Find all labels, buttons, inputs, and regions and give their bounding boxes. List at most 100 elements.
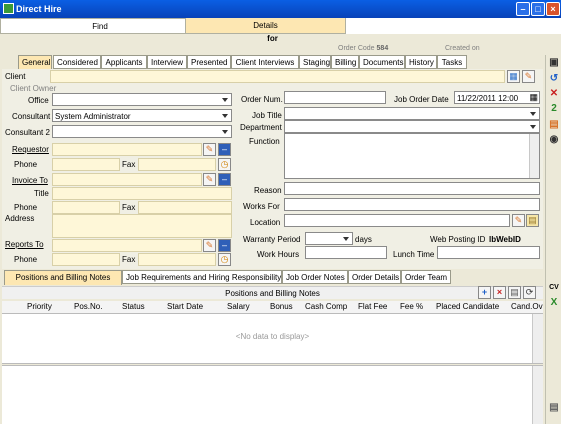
tab-general[interactable]: General — [18, 55, 52, 70]
client-lookup-icon[interactable]: ▦ — [507, 70, 520, 83]
tab-order-team[interactable]: Order Team — [401, 270, 451, 284]
lunch-time-field[interactable] — [437, 246, 540, 259]
tab-applicants[interactable]: Applicants — [101, 55, 147, 69]
calendar-icon[interactable]: ▦ — [529, 92, 538, 103]
tab-interview[interactable]: Interview — [147, 55, 187, 69]
email-icon[interactable]: ◉ — [547, 133, 561, 147]
consultant-value: System Administrator — [55, 112, 131, 121]
client-pin-icon[interactable]: ✎ — [522, 70, 535, 83]
reports-clock-icon[interactable]: ◷ — [218, 253, 231, 266]
invoice-phone-field[interactable] — [52, 201, 120, 214]
address-field[interactable] — [52, 214, 232, 238]
invoice-fax-field[interactable] — [138, 201, 232, 214]
warranty-period-label: Warranty Period — [243, 235, 301, 244]
col-start-date[interactable]: Start Date — [167, 302, 203, 311]
requestor-remove-icon[interactable]: – — [218, 143, 231, 156]
col-pos-no[interactable]: Pos.No. — [74, 302, 102, 311]
reports-to-pin-icon[interactable]: ✎ — [203, 239, 216, 252]
grid-scrollbar[interactable] — [532, 314, 543, 363]
duplicate-icon[interactable]: 2 — [547, 102, 561, 116]
app-icon — [3, 3, 14, 14]
office-select[interactable] — [52, 93, 232, 106]
col-cash-comp[interactable]: Cash Comp — [305, 302, 347, 311]
tab-order-details[interactable]: Order Details — [348, 270, 401, 284]
tab-client-interviews[interactable]: Client Interviews — [231, 55, 299, 69]
tab-positions-billing-notes[interactable]: Positions and Billing Notes — [4, 270, 122, 285]
web-posting-label: Web Posting ID — [430, 235, 486, 244]
col-salary[interactable]: Salary — [227, 302, 250, 311]
tab-find[interactable]: Find — [0, 18, 200, 34]
tab-history[interactable]: History — [405, 55, 437, 69]
location-label: Location — [250, 218, 281, 227]
reports-phone-field[interactable] — [52, 253, 120, 266]
add-icon[interactable]: + — [478, 286, 491, 299]
job-order-date-field[interactable]: 11/22/2011 12:00 ▦ — [454, 91, 540, 104]
tab-staging[interactable]: Staging — [299, 55, 331, 69]
warranty-period-select[interactable] — [305, 232, 353, 245]
tab-job-order-notes[interactable]: Job Order Notes — [282, 270, 348, 284]
function-scrollbar[interactable] — [529, 134, 539, 178]
client-field[interactable] — [50, 70, 505, 83]
notes-area[interactable] — [2, 365, 543, 424]
tab-details[interactable]: Details — [185, 18, 346, 34]
invoice-title-field[interactable] — [52, 187, 232, 200]
undo-icon[interactable]: ↺ — [547, 72, 561, 86]
requestor-pin-icon[interactable]: ✎ — [203, 143, 216, 156]
tab-job-requirements[interactable]: Job Requirements and Hiring Responsibili… — [122, 270, 282, 284]
location-list-icon[interactable]: ▤ — [526, 214, 539, 227]
reports-fax-field[interactable] — [138, 253, 216, 266]
col-bonus[interactable]: Bonus — [270, 302, 293, 311]
col-placed-candidate[interactable]: Placed Candidate — [436, 302, 499, 311]
refresh-icon[interactable]: ⟳ — [523, 286, 536, 299]
works-for-field[interactable] — [284, 198, 540, 211]
department-select[interactable] — [284, 120, 540, 133]
right-toolbar: ▣ ↺ ✕ 2 ▤ ◉ CV X ▤ — [545, 55, 561, 424]
maximize-button[interactable]: □ — [531, 2, 545, 16]
reports-to-remove-icon[interactable]: – — [218, 239, 231, 252]
invoice-to-link[interactable]: Invoice To — [12, 176, 48, 185]
excel-icon[interactable]: X — [547, 296, 561, 310]
tab-presented[interactable]: Presented — [187, 55, 231, 69]
grid-body[interactable]: <No data to display> — [2, 314, 543, 364]
order-num-field[interactable] — [284, 91, 386, 104]
work-hours-label: Work Hours — [257, 250, 300, 259]
requestor-fax-field[interactable] — [138, 158, 216, 171]
invoice-to-remove-icon[interactable]: – — [218, 173, 231, 186]
tab-tasks[interactable]: Tasks — [437, 55, 467, 69]
function-textarea[interactable] — [284, 133, 540, 179]
job-title-select[interactable] — [284, 107, 540, 120]
reason-field[interactable] — [284, 182, 540, 195]
delete-icon[interactable]: × — [493, 286, 506, 299]
notes-icon[interactable]: ▤ — [547, 401, 561, 415]
office-label: Office — [28, 96, 49, 105]
consultant-select[interactable]: System Administrator — [52, 109, 232, 122]
tab-considered[interactable]: Considered — [53, 55, 101, 69]
cv-icon[interactable]: CV — [547, 281, 561, 295]
col-status[interactable]: Status — [122, 302, 145, 311]
edit-icon[interactable]: ▤ — [508, 286, 521, 299]
requestor-clock-icon[interactable]: ◷ — [218, 158, 231, 171]
delete-record-icon[interactable]: ✕ — [547, 87, 561, 101]
col-priority[interactable]: Priority — [27, 302, 52, 311]
invoice-to-pin-icon[interactable]: ✎ — [203, 173, 216, 186]
save-icon[interactable]: ▣ — [547, 56, 561, 70]
print-icon[interactable]: ▤ — [547, 118, 561, 132]
location-pin-icon[interactable]: ✎ — [512, 214, 525, 227]
requestor-phone-field[interactable] — [52, 158, 120, 171]
col-cand-ov[interactable]: Cand.Ov — [511, 302, 543, 311]
invoice-to-field[interactable] — [52, 173, 202, 186]
requestor-field[interactable] — [52, 143, 202, 156]
notes-scrollbar[interactable] — [532, 366, 543, 424]
tab-documents[interactable]: Documents — [359, 55, 405, 69]
reports-to-link[interactable]: Reports To — [5, 240, 44, 249]
minimize-button[interactable]: – — [516, 2, 530, 16]
requestor-link[interactable]: Requestor — [12, 145, 49, 154]
col-fee-percent[interactable]: Fee % — [400, 302, 423, 311]
work-hours-field[interactable] — [305, 246, 387, 259]
location-field[interactable] — [284, 214, 510, 227]
tab-billing[interactable]: Billing — [331, 55, 359, 69]
consultant2-select[interactable] — [52, 125, 232, 138]
reports-to-field[interactable] — [52, 239, 202, 252]
col-flat-fee[interactable]: Flat Fee — [358, 302, 387, 311]
close-button[interactable]: × — [546, 2, 560, 16]
